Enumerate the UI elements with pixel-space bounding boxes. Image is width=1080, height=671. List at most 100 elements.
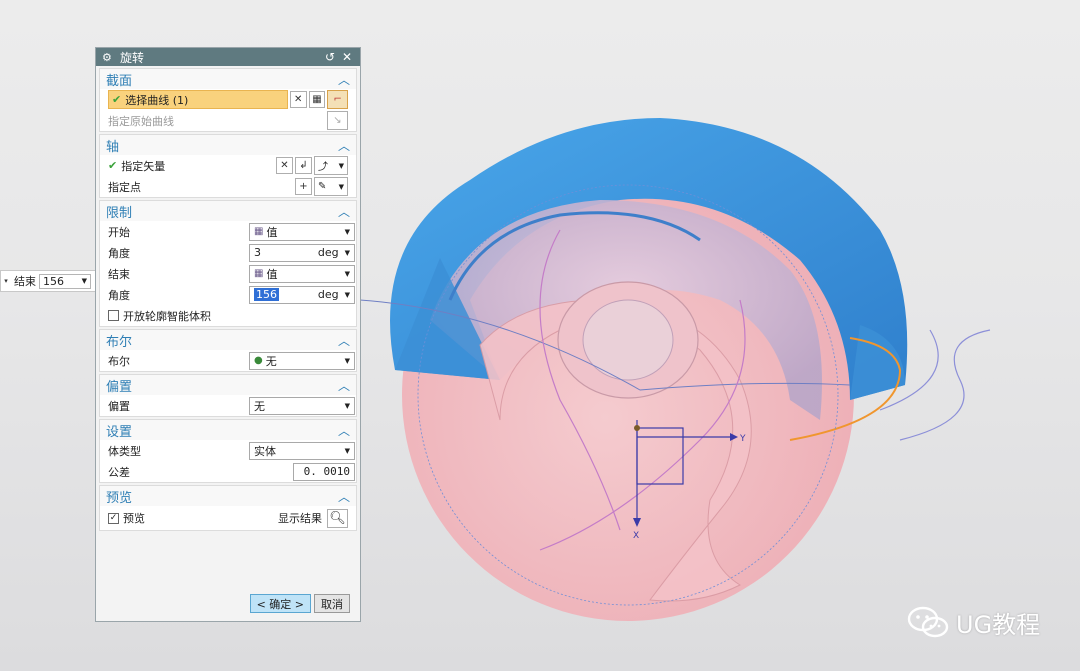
axis-section: 轴 ︿ ✔ 指定矢量 ✕ ↲ ⤴ ▼ 指定点 + ✎ ▼ (99, 134, 357, 198)
collapse-icon[interactable]: ︿ (338, 488, 350, 505)
limits-section: 限制 ︿ 开始 ▦ 值 ▼ 角度 3 deg ▼ 结束 ▦ 值 ▼ 角度 156… (99, 200, 357, 327)
settings-header[interactable]: 设置 ︿ (100, 420, 356, 440)
offset-section: 偏置 ︿ 偏置 无 ▼ (99, 374, 357, 417)
boolean-value: 无 (265, 354, 277, 368)
vector-type-icon: ⤴ (318, 162, 328, 173)
preview-header[interactable]: 预览 ︿ (100, 486, 356, 506)
collapse-icon[interactable]: ︿ (338, 332, 350, 349)
origin-curve-icon[interactable]: ↘ (327, 111, 348, 130)
section-header[interactable]: 截面 ︿ (100, 69, 356, 89)
section-title: 截面 (106, 73, 133, 89)
limits-header[interactable]: 限制 ︿ (100, 201, 356, 221)
widget-end-value: 156 (43, 274, 64, 288)
close-icon[interactable]: ✕ (340, 50, 354, 64)
boolean-header[interactable]: 布尔 ︿ (100, 330, 356, 350)
y-axis-label: Y (739, 434, 746, 444)
widget-arrow-icon[interactable]: ▾ (1, 277, 11, 285)
widget-end-select[interactable]: 156 ▼ (39, 273, 91, 289)
dialog-titlebar[interactable]: ⚙ 旋转 ↺ ✕ (96, 48, 360, 66)
start-angle-row: 角度 3 deg ▼ (100, 242, 356, 263)
watermark: UG教程 (906, 604, 1040, 640)
point-type-icon: ✎ (318, 181, 327, 192)
open-profile-checkbox[interactable] (108, 310, 119, 321)
point-row[interactable]: 指定点 + ✎ ▼ (100, 176, 356, 197)
boolean-select[interactable]: ● 无 ▼ (249, 351, 355, 370)
sketch-section-icon[interactable]: ⌐ (327, 90, 348, 109)
collapse-icon[interactable]: ︿ (338, 377, 350, 394)
vector-label: 指定矢量 (121, 159, 166, 173)
chevron-down-icon: ▼ (344, 227, 350, 236)
boolean-none-icon: ● (254, 355, 263, 366)
body-type-select[interactable]: 实体 ▼ (249, 441, 355, 460)
tolerance-input[interactable]: 0. 0010 (293, 462, 355, 481)
tolerance-value: 0. 0010 (303, 465, 350, 478)
point-type-dropdown[interactable]: ✎ ▼ (314, 177, 348, 196)
start-row: 开始 ▦ 值 ▼ (100, 221, 356, 242)
chevron-down-icon[interactable]: ▼ (345, 291, 350, 299)
preview-checkbox[interactable]: ✓ (108, 512, 119, 524)
end-type-select[interactable]: ▦ 值 ▼ (249, 264, 355, 283)
body-type-row: 体类型 实体 ▼ (100, 440, 356, 461)
widget-end-label: 结束 (14, 275, 36, 288)
cancel-button[interactable]: 取消 (314, 594, 350, 613)
gear-icon: ⚙ (102, 50, 112, 64)
show-result-magnifier-icon[interactable]: 🔍︎ (327, 508, 348, 528)
ok-button[interactable]: < 确定 > (249, 594, 311, 613)
settings-section: 设置 ︿ 体类型 实体 ▼ 公差 0. 0010 (99, 419, 357, 483)
offset-row: 偏置 无 ▼ (100, 395, 356, 416)
chevron-down-icon: ▼ (81, 277, 87, 285)
point-dialog-icon[interactable]: + (295, 178, 312, 195)
start-angle-input[interactable]: 3 deg ▼ (249, 243, 355, 262)
x-axis-label: X (633, 531, 639, 541)
reverse-direction-icon[interactable]: ✕ (276, 157, 293, 174)
collapse-icon[interactable]: ︿ (338, 137, 350, 154)
vector-type-dropdown[interactable]: ⤴ ▼ (314, 156, 348, 175)
end-angle-value: 156 (254, 288, 279, 301)
dialog-footer: < 确定 > 取消 (249, 594, 350, 613)
offset-header[interactable]: 偏置 ︿ (100, 375, 356, 395)
check-icon: ✔ (112, 93, 122, 106)
tolerance-row: 公差 0. 0010 (100, 461, 356, 482)
chevron-down-icon: ▼ (344, 401, 350, 410)
open-profile-label: 开放轮廓智能体积 (123, 309, 211, 323)
vector-row[interactable]: ✔ 指定矢量 ✕ ↲ ⤴ ▼ (100, 155, 356, 176)
sketch-icon[interactable]: ▦ (308, 91, 326, 108)
start-angle-value: 3 (254, 246, 261, 259)
curve-rule-icon[interactable]: ✕ (289, 91, 307, 108)
dialog-title: 旋转 (120, 50, 145, 65)
select-curve-row[interactable]: ✔ 选择曲线 (1) ✕ ▦ ⌐ (100, 89, 356, 110)
end-angle-widget: ▾ 结束 156 ▼ (0, 270, 96, 292)
value-icon: ▦ (254, 268, 264, 279)
reset-icon[interactable]: ↺ (323, 50, 337, 64)
collapse-icon[interactable]: ︿ (338, 203, 350, 220)
open-profile-row[interactable]: 开放轮廓智能体积 (100, 305, 356, 326)
offset-select[interactable]: 无 ▼ (249, 396, 355, 415)
boolean-section: 布尔 ︿ 布尔 ● 无 ▼ (99, 329, 357, 372)
body-type-value: 实体 (254, 444, 276, 458)
wechat-icon (907, 606, 949, 638)
end-type-value: 值 (266, 267, 278, 281)
select-curve-label: 选择曲线 (1) (125, 93, 189, 107)
start-type-select[interactable]: ▦ 值 ▼ (249, 222, 355, 241)
origin-curve-row[interactable]: 指定原始曲线 ↘ (100, 110, 356, 131)
chevron-down-icon: ▼ (344, 446, 350, 455)
settings-title: 设置 (106, 424, 133, 440)
end-angle-input[interactable]: 156 deg ▼ (249, 285, 355, 304)
axis-header[interactable]: 轴 ︿ (100, 135, 356, 155)
collapse-icon[interactable]: ︿ (338, 71, 350, 88)
check-icon: ✔ (108, 159, 118, 172)
preview-section: 预览 ︿ ✓ 预览 显示结果 🔍︎ (99, 485, 357, 531)
offset-value: 无 (254, 399, 265, 413)
show-result-label: 显示结果 (278, 512, 322, 525)
revolved-body (359, 118, 991, 621)
start-angle-unit: deg (317, 246, 339, 259)
value-icon: ▦ (254, 226, 264, 237)
start-type-value: 值 (266, 225, 278, 239)
vector-dialog-icon[interactable]: ↲ (295, 157, 312, 174)
origin-curve-label: 指定原始曲线 (108, 114, 174, 128)
end-row: 结束 ▦ 值 ▼ (100, 263, 356, 284)
select-curve-field[interactable]: ✔ 选择曲线 (1) (108, 90, 288, 109)
collapse-icon[interactable]: ︿ (338, 422, 350, 439)
offset-title: 偏置 (106, 379, 133, 395)
chevron-down-icon[interactable]: ▼ (345, 249, 350, 257)
